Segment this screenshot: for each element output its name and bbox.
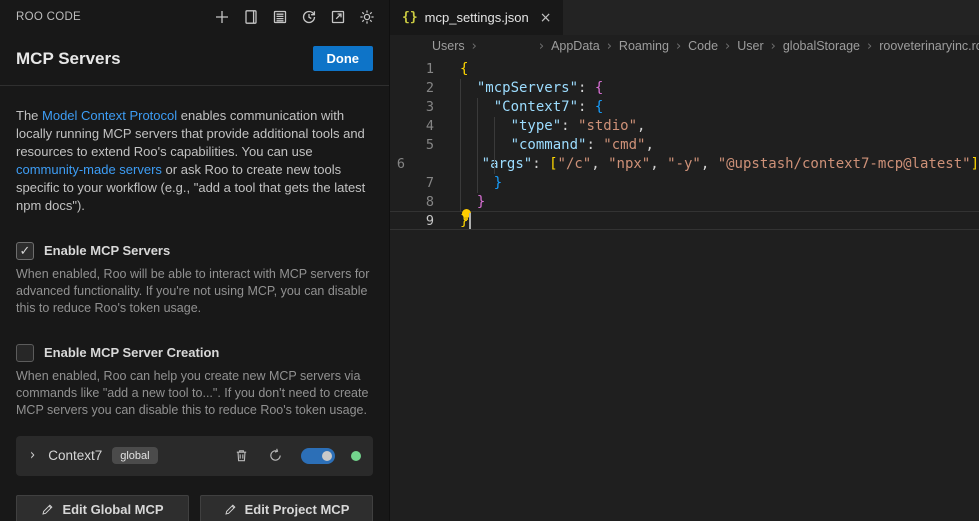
done-button[interactable]: Done [313, 46, 374, 71]
code-line[interactable]: 7 } [390, 174, 979, 193]
code-line[interactable]: 1{ [390, 60, 979, 79]
edit-global-mcp-label: Edit Global MCP [62, 502, 163, 517]
notepad-icon[interactable] [243, 9, 259, 25]
tab-mcp-settings-json[interactable]: {} mcp_settings.json × [390, 0, 563, 35]
breadcrumb-segment[interactable]: globalStorage [783, 39, 860, 53]
breadcrumb-segment[interactable]: rooveterinaryinc.roo-cli [879, 39, 979, 53]
mcp-description: The Model Context Protocol enables commu… [16, 107, 373, 215]
chevron-right-icon: › [472, 39, 477, 54]
settings-gear-icon[interactable] [359, 9, 375, 25]
breadcrumb-segment[interactable]: AppData [551, 39, 600, 53]
extension-title: ROO CODE [16, 11, 81, 23]
mcp-server-icon[interactable] [272, 9, 288, 25]
enable-mcp-servers-checkbox[interactable]: ✓ [16, 242, 34, 260]
line-number: 6 [390, 155, 405, 174]
line-number: 8 [390, 193, 434, 212]
divider [0, 85, 389, 86]
edit-buttons-row: Edit Global MCP Edit Project MCP [16, 495, 373, 521]
roo-code-mcp-settings-window: ROO CODE MCP Servers Done [0, 0, 979, 521]
text-cursor [469, 213, 471, 229]
trash-icon[interactable] [233, 448, 249, 464]
enable-mcp-servers-label: Enable MCP Servers [44, 243, 170, 258]
breadcrumb-segment[interactable]: Roaming [619, 39, 669, 53]
code-line[interactable]: 2 "mcpServers": { [390, 79, 979, 98]
chevron-right-icon: › [867, 39, 872, 54]
server-status-dot [351, 451, 361, 461]
code-line[interactable]: 5 "command": "cmd", [390, 136, 979, 155]
enable-mcp-servers-row: ✓ Enable MCP Servers [16, 242, 373, 260]
edit-project-mcp-button[interactable]: Edit Project MCP [200, 495, 373, 521]
chevron-right-icon: › [607, 39, 612, 54]
code-line[interactable]: 4 "type": "stdio", [390, 117, 979, 136]
scope-badge: global [112, 447, 157, 464]
description-text: The [16, 108, 42, 123]
line-number: 4 [390, 117, 434, 136]
server-name: Context7 [48, 448, 102, 463]
page-title: MCP Servers [16, 49, 313, 69]
line-number: 5 [390, 136, 434, 155]
title-row: MCP Servers Done [0, 34, 389, 85]
tab-filename: mcp_settings.json [425, 10, 529, 25]
editor-group: {} mcp_settings.json × Users › › AppData… [390, 0, 979, 521]
model-context-protocol-link[interactable]: Model Context Protocol [42, 108, 177, 123]
pencil-icon [224, 503, 237, 516]
chevron-right-icon: › [676, 39, 681, 54]
code-line[interactable]: 8} [390, 193, 979, 212]
chevron-right-icon: › [771, 39, 776, 54]
plus-icon[interactable] [214, 9, 230, 25]
pencil-icon [41, 503, 54, 516]
mcp-server-row-context7[interactable]: › Context7 global [16, 436, 373, 476]
community-made-servers-link[interactable]: community-made servers [16, 162, 162, 177]
breadcrumb-segment[interactable]: User [737, 39, 763, 53]
server-enabled-toggle[interactable] [301, 448, 335, 464]
breadcrumb-segment[interactable]: Code [688, 39, 718, 53]
code-line[interactable]: 9} [390, 212, 979, 231]
enable-mcp-servers-description: When enabled, Roo will be able to intera… [16, 266, 373, 317]
chevron-right-icon: › [725, 39, 730, 54]
restart-icon[interactable] [267, 448, 283, 464]
close-icon[interactable]: × [540, 10, 552, 26]
breadcrumb-segment[interactable]: Users [432, 39, 465, 53]
edit-global-mcp-button[interactable]: Edit Global MCP [16, 495, 189, 521]
enable-mcp-creation-label: Enable MCP Server Creation [44, 345, 219, 360]
chevron-right-icon[interactable]: › [30, 447, 35, 464]
line-number: 7 [390, 174, 434, 193]
line-number: 1 [390, 60, 434, 79]
line-number: 9 [390, 212, 434, 231]
enable-mcp-creation-checkbox[interactable] [16, 344, 34, 362]
open-external-icon[interactable] [330, 9, 346, 25]
editor-tab-bar: {} mcp_settings.json × [390, 0, 979, 35]
toggle-knob [322, 451, 332, 461]
line-number: 3 [390, 98, 434, 117]
history-icon[interactable] [301, 9, 317, 25]
json-braces-icon: {} [402, 10, 418, 25]
roo-code-sidebar-panel: ROO CODE MCP Servers Done [0, 0, 390, 521]
enable-mcp-creation-row: Enable MCP Server Creation [16, 344, 373, 362]
edit-project-mcp-label: Edit Project MCP [245, 502, 350, 517]
enable-mcp-creation-description: When enabled, Roo can help you create ne… [16, 368, 373, 419]
panel-header: ROO CODE [0, 0, 389, 34]
breadcrumb: Users › › AppData › Roaming › Code › Use… [390, 35, 979, 57]
code-line[interactable]: 3 "Context7": { [390, 98, 979, 117]
code-line[interactable]: 6 "args": ["/c", "npx", "-y", "@upstash/… [390, 155, 979, 174]
chevron-right-icon: › [539, 39, 544, 54]
line-number: 2 [390, 79, 434, 98]
code-editor[interactable]: 1{2 "mcpServers": {3 "Context7": {4 "typ… [390, 57, 979, 521]
